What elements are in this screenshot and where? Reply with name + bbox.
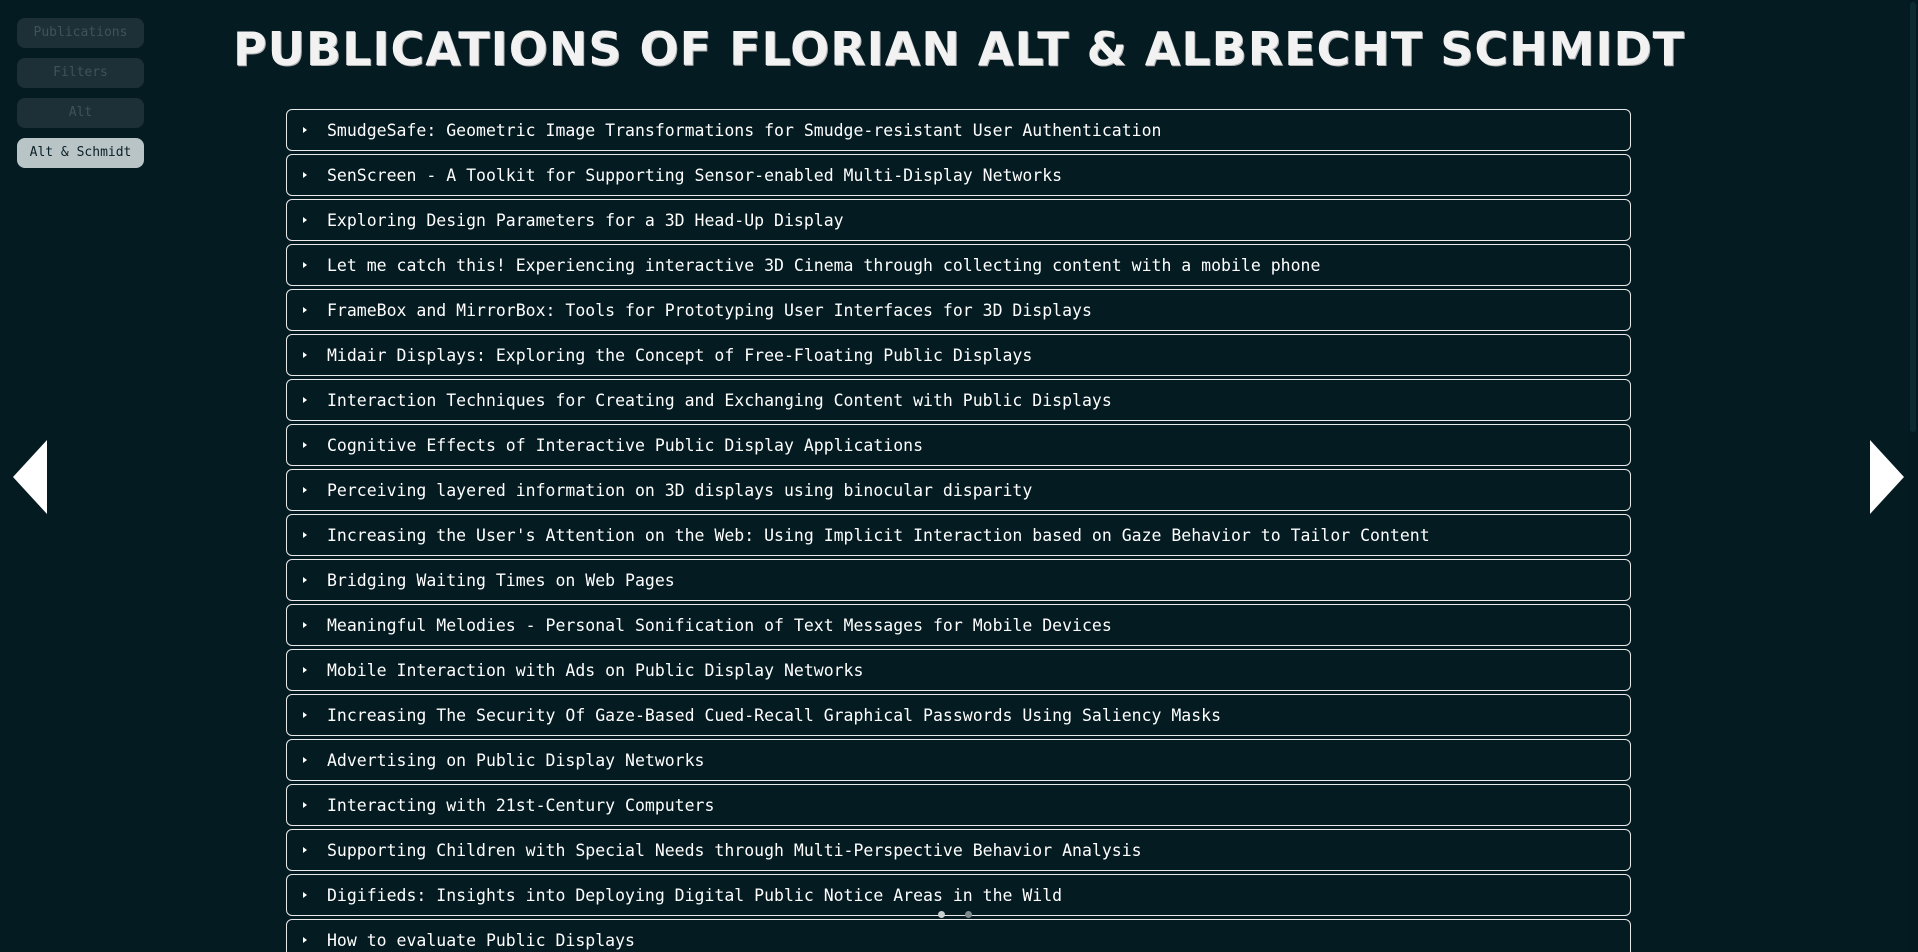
publication-item[interactable]: Cognitive Effects of Interactive Public …: [286, 424, 1631, 466]
publication-title: Interacting with 21st-Century Computers: [327, 795, 715, 815]
caret-right-icon: [303, 802, 307, 808]
caret-right-icon: [303, 622, 307, 628]
caret-right-icon: [303, 352, 307, 358]
page-dot[interactable]: [965, 911, 972, 918]
next-arrow-icon[interactable]: [1870, 440, 1904, 514]
page: Publications Filters Alt Alt & Schmidt P…: [0, 0, 1918, 952]
page-indicator: [938, 911, 972, 918]
publication-title: FrameBox and MirrorBox: Tools for Protot…: [327, 300, 1092, 320]
publication-item[interactable]: Interacting with 21st-Century Computers: [286, 784, 1631, 826]
prev-arrow-icon[interactable]: [13, 440, 47, 514]
publication-item[interactable]: Advertising on Public Display Networks: [286, 739, 1631, 781]
nav-alt-button[interactable]: Alt: [17, 98, 144, 128]
publication-item[interactable]: Mobile Interaction with Ads on Public Di…: [286, 649, 1631, 691]
page-title: Publications of Florian Alt & Albrecht S…: [232, 22, 1686, 76]
publication-title: Perceiving layered information on 3D dis…: [327, 480, 1033, 500]
publication-title: Increasing The Security Of Gaze-Based Cu…: [327, 705, 1222, 725]
scrollbar[interactable]: [1908, 0, 1918, 952]
publication-title: Meaningful Melodies - Personal Sonificat…: [327, 615, 1112, 635]
caret-right-icon: [303, 937, 307, 943]
publication-title: Advertising on Public Display Networks: [327, 750, 705, 770]
publication-item[interactable]: How to evaluate Public Displays: [286, 919, 1631, 952]
caret-right-icon: [303, 487, 307, 493]
caret-right-icon: [303, 892, 307, 898]
publication-item[interactable]: SmudgeSafe: Geometric Image Transformati…: [286, 109, 1631, 151]
publication-list: SmudgeSafe: Geometric Image Transformati…: [286, 109, 1631, 952]
publication-title: How to evaluate Public Displays: [327, 930, 635, 950]
nav-alt-schmidt-button[interactable]: Alt & Schmidt: [17, 138, 144, 168]
caret-right-icon: [303, 442, 307, 448]
publication-title: Interaction Techniques for Creating and …: [327, 390, 1112, 410]
caret-right-icon: [303, 307, 307, 313]
caret-right-icon: [303, 712, 307, 718]
publication-item[interactable]: FrameBox and MirrorBox: Tools for Protot…: [286, 289, 1631, 331]
publication-item[interactable]: SenScreen - A Toolkit for Supporting Sen…: [286, 154, 1631, 196]
publication-title: Exploring Design Parameters for a 3D Hea…: [327, 210, 844, 230]
caret-right-icon: [303, 667, 307, 673]
caret-right-icon: [303, 577, 307, 583]
caret-right-icon: [303, 397, 307, 403]
publication-title: Mobile Interaction with Ads on Public Di…: [327, 660, 864, 680]
publication-item[interactable]: Perceiving layered information on 3D dis…: [286, 469, 1631, 511]
publication-title: Cognitive Effects of Interactive Public …: [327, 435, 924, 455]
publication-title: SmudgeSafe: Geometric Image Transformati…: [327, 120, 1162, 140]
caret-right-icon: [303, 847, 307, 853]
publication-title: Increasing the User's Attention on the W…: [327, 525, 1430, 545]
caret-right-icon: [303, 127, 307, 133]
scrollbar-thumb[interactable]: [1910, 2, 1916, 432]
caret-right-icon: [303, 262, 307, 268]
caret-right-icon: [303, 757, 307, 763]
publication-item[interactable]: Midair Displays: Exploring the Concept o…: [286, 334, 1631, 376]
publication-item[interactable]: Let me catch this! Experiencing interact…: [286, 244, 1631, 286]
publication-title: Digifieds: Insights into Deploying Digit…: [327, 885, 1063, 905]
publication-item[interactable]: Bridging Waiting Times on Web Pages: [286, 559, 1631, 601]
caret-right-icon: [303, 172, 307, 178]
publication-title: Bridging Waiting Times on Web Pages: [327, 570, 675, 590]
publication-item[interactable]: Exploring Design Parameters for a 3D Hea…: [286, 199, 1631, 241]
publication-title: Midair Displays: Exploring the Concept o…: [327, 345, 1033, 365]
caret-right-icon: [303, 217, 307, 223]
publication-item[interactable]: Digifieds: Insights into Deploying Digit…: [286, 874, 1631, 916]
publication-item[interactable]: Supporting Children with Special Needs t…: [286, 829, 1631, 871]
publication-item[interactable]: Meaningful Melodies - Personal Sonificat…: [286, 604, 1631, 646]
publication-title: Let me catch this! Experiencing interact…: [327, 255, 1321, 275]
publication-title: SenScreen - A Toolkit for Supporting Sen…: [327, 165, 1063, 185]
publication-item[interactable]: Increasing the User's Attention on the W…: [286, 514, 1631, 556]
caret-right-icon: [303, 532, 307, 538]
publication-item[interactable]: Increasing The Security Of Gaze-Based Cu…: [286, 694, 1631, 736]
page-dot[interactable]: [938, 911, 945, 918]
publication-title: Supporting Children with Special Needs t…: [327, 840, 1142, 860]
publication-item[interactable]: Interaction Techniques for Creating and …: [286, 379, 1631, 421]
